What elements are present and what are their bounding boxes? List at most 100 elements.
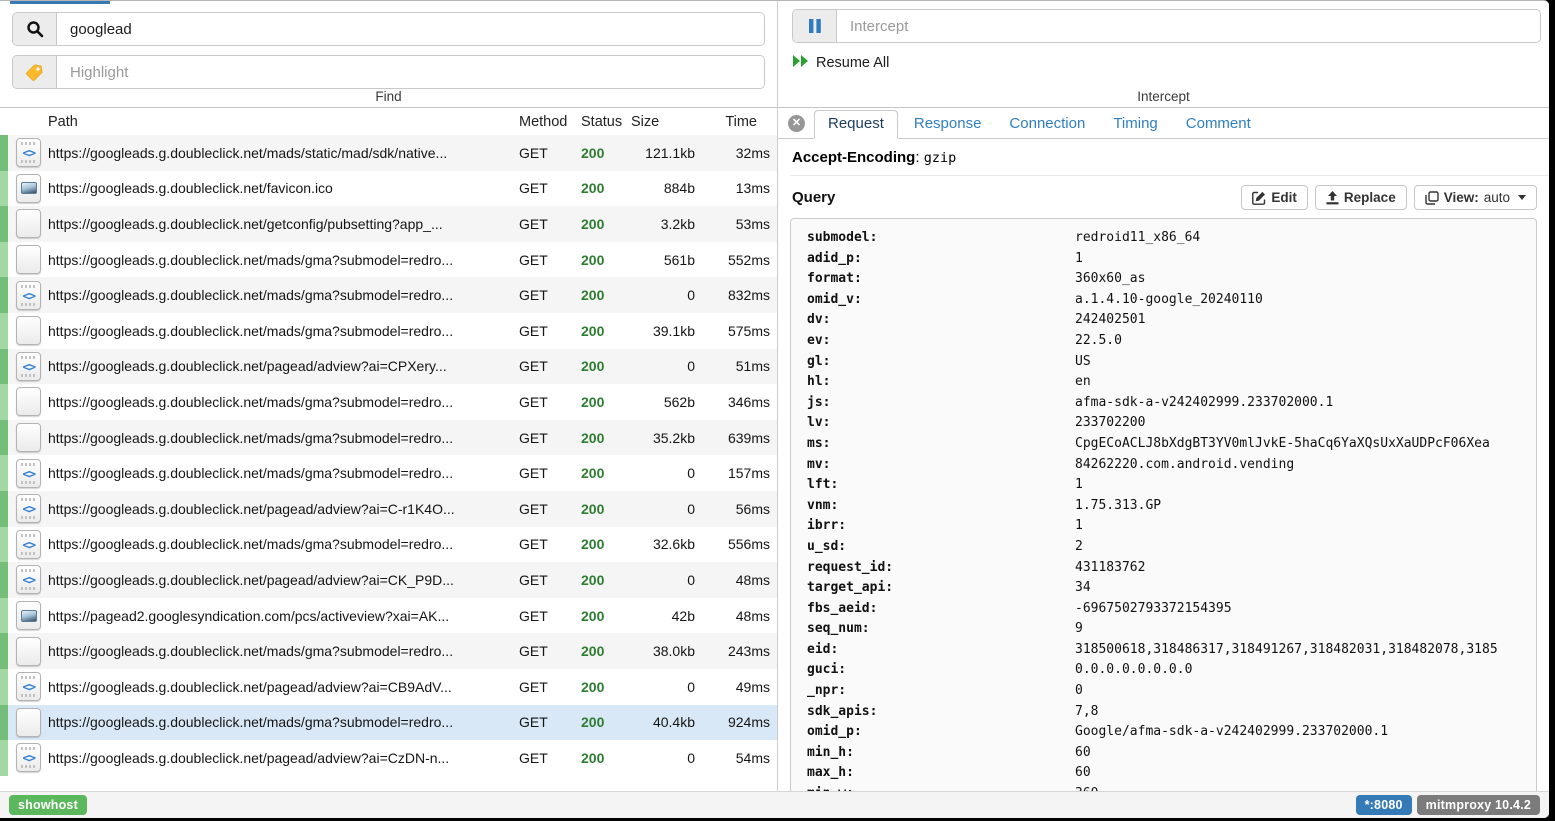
intercept-panel-label: Intercept: [778, 89, 1549, 104]
table-row[interactable]: https://googleads.g.doubleclick.net/mads…: [0, 633, 777, 669]
query-param-value: 1.75.313.GP: [1075, 496, 1536, 517]
row-marker: [0, 705, 8, 741]
code-file-icon: <>: [8, 494, 48, 523]
row-size: 0: [631, 750, 695, 766]
query-param-key: lv:: [807, 413, 1075, 434]
column-header-size[interactable]: Size: [631, 114, 695, 130]
query-param-row: min_w: 360: [807, 784, 1536, 791]
query-param-value: 242402501: [1075, 310, 1536, 331]
row-size: 0: [631, 572, 695, 588]
row-status: 200: [581, 430, 631, 446]
tab-request[interactable]: Request: [814, 110, 898, 139]
query-param-key: min_w:: [807, 784, 1075, 791]
table-row[interactable]: <> https://googleads.g.doubleclick.net/m…: [0, 527, 777, 563]
replace-button[interactable]: Replace: [1315, 185, 1407, 210]
table-row[interactable]: https://googleads.g.doubleclick.net/mads…: [0, 705, 777, 741]
row-status: 200: [581, 465, 631, 481]
query-param-key: ibrr:: [807, 516, 1075, 537]
pencil-square-icon: [1252, 191, 1266, 205]
query-param-row: _npr: 0: [807, 681, 1536, 702]
tab-connection[interactable]: Connection: [1009, 111, 1085, 138]
table-row[interactable]: https://googleads.g.doubleclick.net/getc…: [0, 206, 777, 242]
query-param-row: ev: 22.5.0: [807, 331, 1536, 352]
tab-comment[interactable]: Comment: [1186, 111, 1251, 138]
table-row[interactable]: <> https://googleads.g.doubleclick.net/p…: [0, 491, 777, 527]
query-param-value: 1: [1075, 516, 1536, 537]
query-param-value: redroid11_x86_64: [1075, 228, 1536, 249]
column-header-method[interactable]: Method: [519, 114, 581, 130]
query-param-row: hl: en: [807, 372, 1536, 393]
query-param-row: seq_num: 9: [807, 619, 1536, 640]
row-path: https://googleads.g.doubleclick.net/mads…: [48, 536, 519, 552]
top-toolbar: Find Resume All Intercept: [0, 1, 1549, 108]
table-row[interactable]: <> https://googleads.g.doubleclick.net/p…: [0, 349, 777, 385]
query-param-key: fbs_aeid:: [807, 599, 1075, 620]
view-mode-button[interactable]: View: auto: [1414, 185, 1537, 210]
table-row[interactable]: https://googleads.g.doubleclick.net/favi…: [0, 171, 777, 207]
table-row[interactable]: <> https://googleads.g.doubleclick.net/p…: [0, 669, 777, 705]
query-param-key: gl:: [807, 352, 1075, 373]
resume-all-button[interactable]: Resume All: [792, 54, 889, 72]
main-content: Path Method Status Size Time <> https://…: [0, 108, 1549, 791]
mitmweb-window: Find Resume All Intercept Path: [0, 0, 1549, 818]
query-param-key: format:: [807, 269, 1075, 290]
row-size: 35.2kb: [631, 430, 695, 446]
query-section-title: Query: [792, 189, 835, 206]
query-param-row: gl: US: [807, 352, 1536, 373]
row-method: GET: [519, 465, 581, 481]
image-file-icon: [8, 174, 48, 203]
table-row[interactable]: https://pagead2.googlesyndication.com/pc…: [0, 598, 777, 634]
table-row[interactable]: https://googleads.g.doubleclick.net/mads…: [0, 242, 777, 278]
row-path: https://googleads.g.doubleclick.net/mads…: [48, 287, 519, 303]
row-marker: [0, 277, 8, 313]
table-row[interactable]: <> https://googleads.g.doubleclick.net/m…: [0, 277, 777, 313]
row-marker: [0, 206, 8, 242]
pages-icon: [1425, 191, 1439, 205]
tab-response[interactable]: Response: [914, 111, 982, 138]
row-method: GET: [519, 287, 581, 303]
highlight-input[interactable]: [57, 56, 764, 88]
edit-button[interactable]: Edit: [1241, 185, 1308, 210]
row-marker: [0, 420, 8, 456]
query-param-row: lft: 1: [807, 475, 1536, 496]
query-param-value: 1: [1075, 475, 1536, 496]
close-icon[interactable]: ✕: [788, 115, 805, 132]
query-param-value: 360: [1075, 784, 1536, 791]
table-row[interactable]: <> https://googleads.g.doubleclick.net/p…: [0, 562, 777, 598]
query-param-row: eid: 318500618,318486317,318491267,31848…: [807, 640, 1536, 661]
search-input[interactable]: [57, 13, 764, 45]
table-row[interactable]: https://googleads.g.doubleclick.net/mads…: [0, 420, 777, 456]
query-param-row: min_h: 60: [807, 743, 1536, 764]
row-path: https://googleads.g.doubleclick.net/mads…: [48, 714, 519, 730]
query-param-key: js:: [807, 393, 1075, 414]
flow-table-body: <> https://googleads.g.doubleclick.net/m…: [0, 135, 777, 776]
table-row[interactable]: <> https://googleads.g.doubleclick.net/m…: [0, 455, 777, 491]
query-param-row: guci: 0.0.0.0.0.0.0.0: [807, 660, 1536, 681]
flow-detail-pane: ✕ Request Response Connection Timing Comment…: [778, 108, 1549, 791]
table-row[interactable]: <> https://googleads.g.doubleclick.net/p…: [0, 740, 777, 776]
row-time: 48ms: [695, 572, 777, 588]
row-time: 575ms: [695, 323, 777, 339]
column-header-status[interactable]: Status: [581, 114, 631, 130]
table-row[interactable]: https://googleads.g.doubleclick.net/mads…: [0, 384, 777, 420]
intercept-input[interactable]: [837, 10, 1540, 42]
query-param-key: submodel:: [807, 228, 1075, 249]
tab-timing[interactable]: Timing: [1113, 111, 1157, 138]
row-size: 0: [631, 465, 695, 481]
document-file-icon: [8, 423, 48, 452]
column-header-time[interactable]: Time: [695, 114, 777, 130]
intercept-input-group: [792, 9, 1541, 43]
row-time: 56ms: [695, 501, 777, 517]
row-path: https://googleads.g.doubleclick.net/favi…: [48, 180, 519, 196]
query-param-key: u_sd:: [807, 537, 1075, 558]
resume-all-label: Resume All: [816, 55, 889, 71]
query-param-row: sdk_apis: 7,8: [807, 702, 1536, 723]
query-param-value: 431183762: [1075, 558, 1536, 579]
showhost-badge: showhost: [9, 795, 87, 815]
row-size: 39.1kb: [631, 323, 695, 339]
row-path: https://googleads.g.doubleclick.net/mads…: [48, 394, 519, 410]
query-param-value: afma-sdk-a-v242402999.233702000.1: [1075, 393, 1536, 414]
table-row[interactable]: https://googleads.g.doubleclick.net/mads…: [0, 313, 777, 349]
column-header-path[interactable]: Path: [48, 114, 519, 130]
table-row[interactable]: <> https://googleads.g.doubleclick.net/m…: [0, 135, 777, 171]
